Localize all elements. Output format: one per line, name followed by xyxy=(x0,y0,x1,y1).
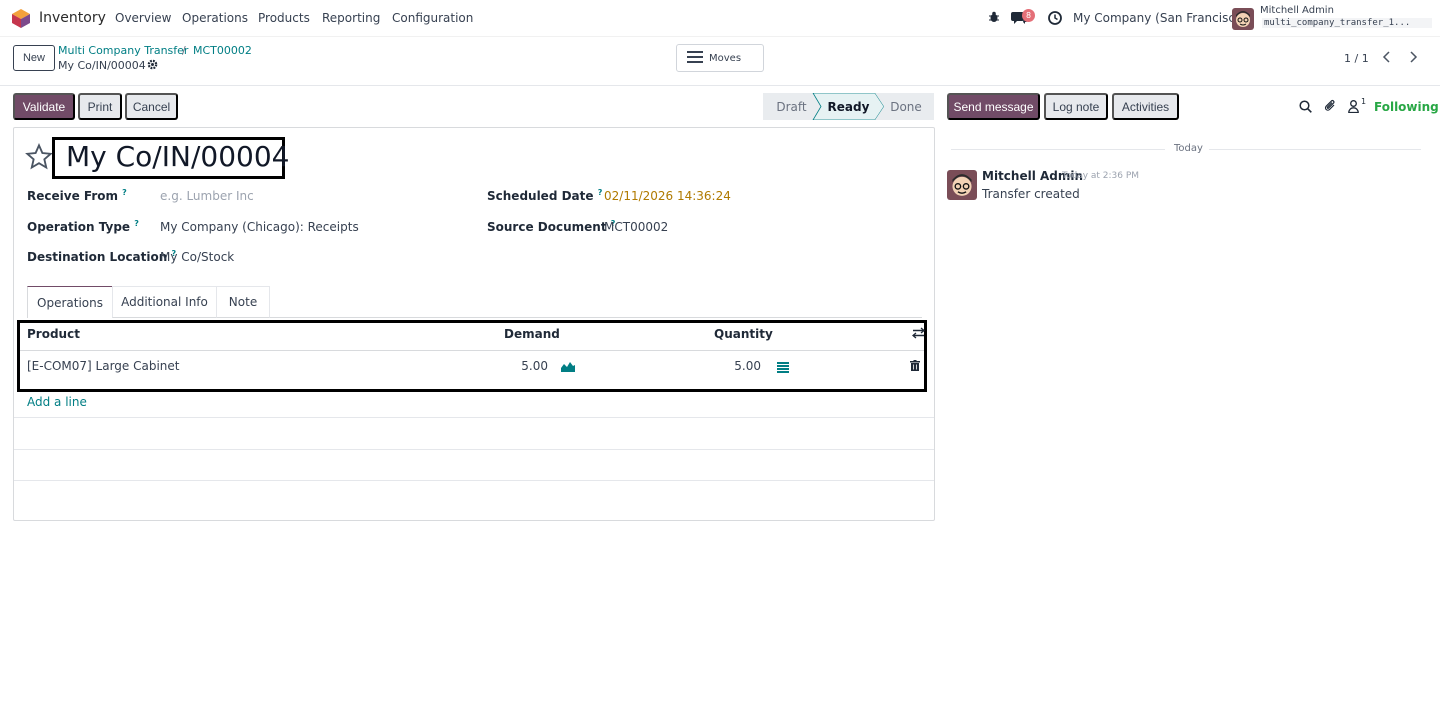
gear-icon[interactable] xyxy=(147,59,158,73)
menu-operations[interactable]: Operations xyxy=(182,11,248,25)
help-icon[interactable]: ? xyxy=(134,219,139,228)
user-name[interactable]: Mitchell Admin xyxy=(1260,5,1334,16)
quantity-cell[interactable]: 5.00 xyxy=(712,359,761,373)
trash-icon[interactable] xyxy=(910,360,920,374)
breadcrumb-multi-company-transfer[interactable]: Multi Company Transfer xyxy=(58,44,188,57)
user-avatar[interactable] xyxy=(1232,8,1254,30)
search-icon[interactable] xyxy=(1299,100,1312,116)
activities-button[interactable]: Activities xyxy=(1112,93,1179,120)
empty-row-divider xyxy=(14,417,934,418)
message-timestamp: Today at 2:36 PM xyxy=(1062,171,1140,181)
followers-count: 1 xyxy=(1361,97,1367,106)
bug-icon[interactable] xyxy=(988,11,1000,26)
status-ready[interactable]: Ready xyxy=(825,93,872,120)
tab-operations[interactable]: Operations xyxy=(27,286,113,318)
list-icon xyxy=(687,50,703,66)
control-panel-divider xyxy=(0,85,1440,86)
pager-value[interactable]: 1 / 1 xyxy=(1344,52,1369,65)
follower-icon[interactable] xyxy=(1348,100,1359,116)
database-name: multi_company_transfer_1... xyxy=(1262,18,1432,28)
company-switcher[interactable]: My Company (San Francisco) xyxy=(1073,11,1247,25)
details-list-icon[interactable] xyxy=(777,362,789,376)
menu-products[interactable]: Products xyxy=(258,11,310,25)
print-button[interactable]: Print xyxy=(78,93,122,120)
record-title[interactable]: My Co/IN/00004 xyxy=(66,140,289,173)
validate-button[interactable]: Validate xyxy=(13,93,75,120)
empty-row-divider xyxy=(14,480,934,481)
chevron-left-icon[interactable] xyxy=(1382,50,1392,68)
menu-configuration[interactable]: Configuration xyxy=(392,11,473,25)
date-separator: Today xyxy=(1174,143,1203,154)
breadcrumb-current: My Co/IN/00004 xyxy=(58,59,146,72)
messages-count-badge: 8 xyxy=(1022,9,1035,22)
column-header-quantity[interactable]: Quantity xyxy=(714,327,773,341)
tab-additional-info[interactable]: Additional Info xyxy=(112,286,217,318)
empty-row-divider xyxy=(14,449,934,450)
moves-smart-button[interactable]: Moves xyxy=(676,44,764,72)
demand-cell[interactable]: 5.00 xyxy=(500,359,548,373)
star-icon[interactable] xyxy=(25,143,53,174)
status-done[interactable]: Done xyxy=(885,93,927,120)
receive-from-label: Receive From ? xyxy=(27,188,127,203)
chevron-right-icon[interactable] xyxy=(1408,50,1418,68)
help-icon[interactable]: ? xyxy=(598,188,603,197)
app-name[interactable]: Inventory xyxy=(39,10,106,26)
scheduled-date-label: Scheduled Date ? xyxy=(487,188,603,203)
breadcrumb-separator: / xyxy=(182,44,186,57)
moves-label: Moves xyxy=(709,52,742,64)
source-document-field[interactable]: MCT00002 xyxy=(604,220,668,234)
inventory-logo-icon[interactable] xyxy=(12,9,30,28)
table-header-divider xyxy=(20,350,924,351)
clock-icon[interactable] xyxy=(1048,11,1062,28)
date-separator-line xyxy=(951,149,1165,150)
message-body: Transfer created xyxy=(982,187,1080,201)
date-separator-line xyxy=(1209,149,1421,150)
operations-table-highlight-box xyxy=(17,320,927,392)
destination-location-field[interactable]: My Co/Stock xyxy=(160,250,234,264)
operation-type-label: Operation Type ? xyxy=(27,219,139,234)
send-message-button[interactable]: Send message xyxy=(947,93,1040,120)
tab-note[interactable]: Note xyxy=(216,286,270,318)
product-cell[interactable]: [E-COM07] Large Cabinet xyxy=(27,359,180,373)
cancel-button[interactable]: Cancel xyxy=(125,93,178,120)
receive-from-input[interactable]: e.g. Lumber Inc xyxy=(160,189,254,203)
scheduled-date-field[interactable]: 02/11/2026 14:36:24 xyxy=(604,189,731,203)
destination-location-label: Destination Location ? xyxy=(27,249,177,264)
help-icon[interactable]: ? xyxy=(122,188,127,197)
top-navbar: Inventory Overview Operations Products R… xyxy=(0,0,1440,37)
following-button[interactable]: Following xyxy=(1374,100,1439,114)
column-header-product[interactable]: Product xyxy=(27,327,80,341)
message-author-avatar[interactable] xyxy=(947,170,977,200)
optional-columns-icon[interactable] xyxy=(911,327,926,342)
menu-reporting[interactable]: Reporting xyxy=(322,11,380,25)
paperclip-icon[interactable] xyxy=(1324,99,1337,116)
menu-overview[interactable]: Overview xyxy=(115,11,172,25)
add-line-link[interactable]: Add a line xyxy=(27,395,87,409)
status-draft[interactable]: Draft xyxy=(770,93,813,120)
column-header-demand[interactable]: Demand xyxy=(504,327,560,341)
operation-type-field[interactable]: My Company (Chicago): Receipts xyxy=(160,220,359,234)
breadcrumb-mct00002[interactable]: MCT00002 xyxy=(193,44,252,57)
source-document-label: Source Document ? xyxy=(487,219,616,234)
log-note-button[interactable]: Log note xyxy=(1044,93,1108,120)
new-button[interactable]: New xyxy=(13,45,55,71)
forecast-chart-icon[interactable] xyxy=(561,361,575,375)
